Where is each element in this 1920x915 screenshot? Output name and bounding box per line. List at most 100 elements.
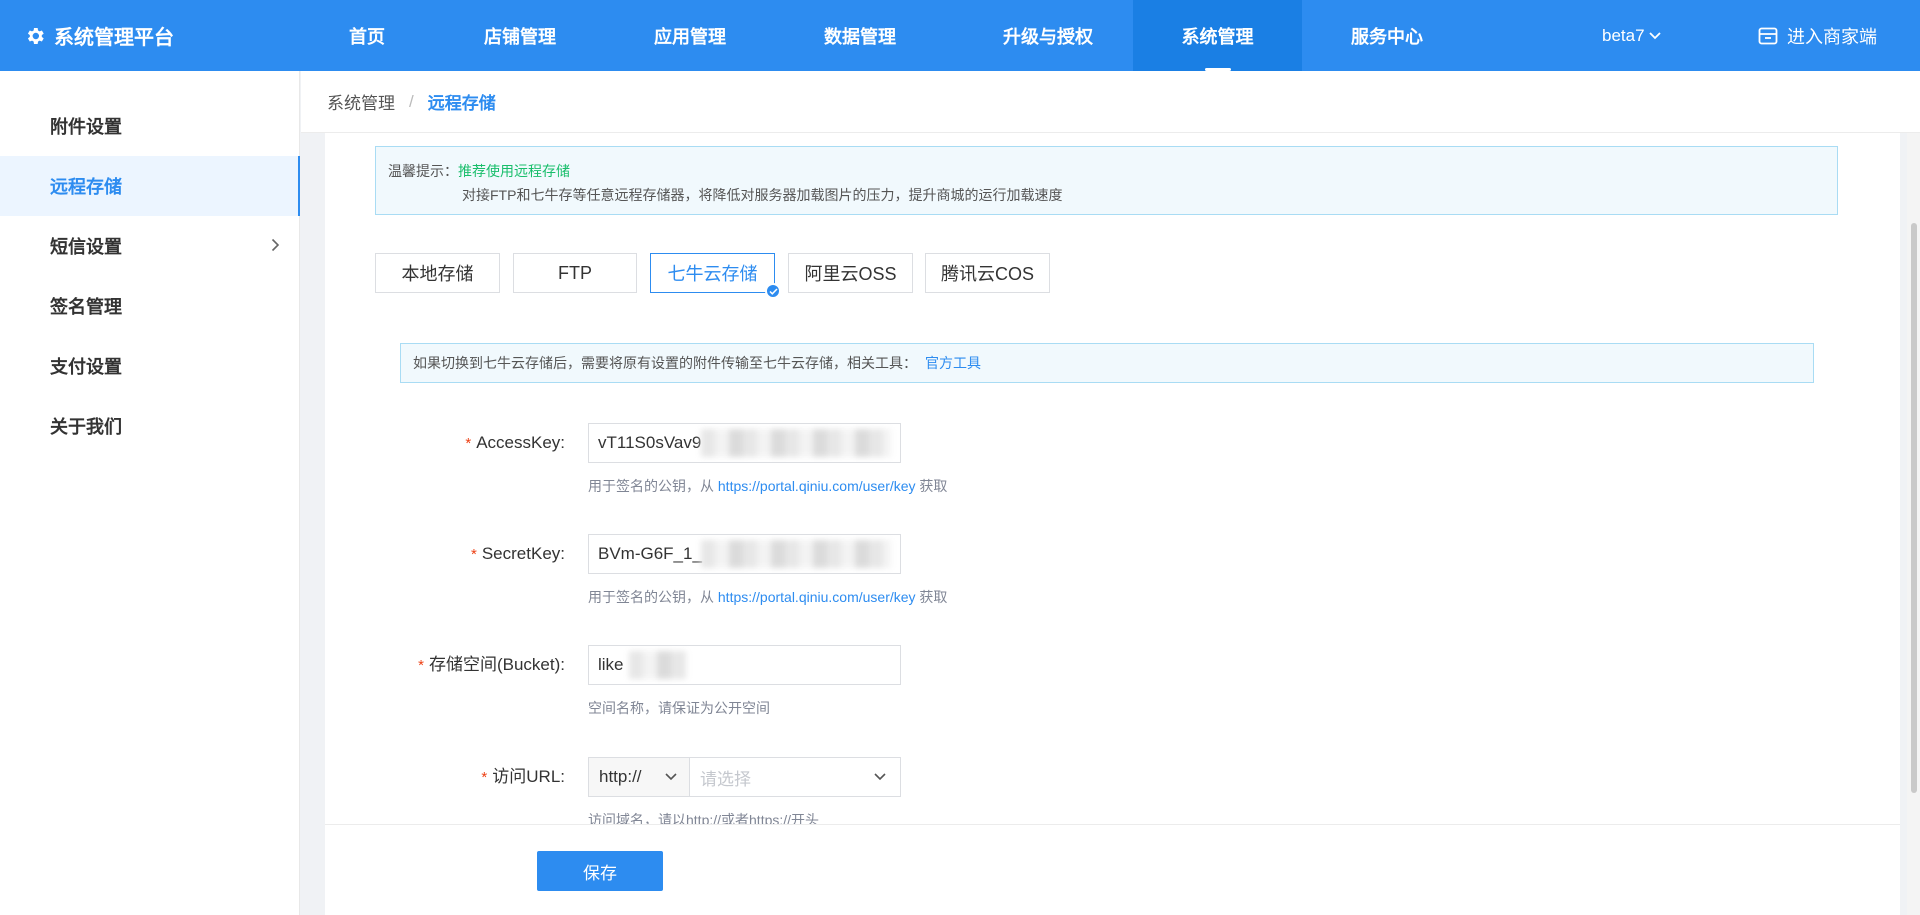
chevron-down-icon: [665, 773, 677, 781]
nav-store-label: 店铺管理: [484, 26, 556, 47]
access-key-value: vT11S0sVav9: [598, 433, 702, 452]
nav-store-management[interactable]: 店铺管理: [460, 0, 580, 71]
nav-upgrade-label: 升级与授权: [1003, 26, 1093, 47]
sidebar-item-signature-management[interactable]: 签名管理: [0, 276, 300, 336]
redacted-mask: [629, 651, 687, 679]
required-mark: *: [481, 769, 488, 786]
brand-title: 系统管理平台: [54, 27, 174, 49]
bucket-input[interactable]: like: [588, 645, 901, 685]
bucket-hint: 空间名称，请保证为公开空间: [588, 700, 770, 716]
sidebar-item-label: 关于我们: [50, 417, 122, 437]
bucket-label-text: 存储空间(Bucket):: [428, 655, 565, 674]
breadcrumb: 系统管理 / 远程存储: [301, 71, 1920, 133]
merchant-link-label: 进入商家端: [1787, 26, 1877, 47]
breadcrumb-parent[interactable]: 系统管理: [327, 89, 395, 114]
access-url-label: * 访问URL:: [325, 757, 565, 797]
required-mark: *: [465, 435, 472, 452]
nav-app-management[interactable]: 应用管理: [630, 0, 750, 71]
chevron-down-icon: [1648, 31, 1661, 39]
notice-box: 如果切换到七牛云存储后，需要将原有设置的附件传输至七牛云存储，相关工具： 官方工…: [400, 343, 1814, 383]
user-menu[interactable]: beta7: [1602, 0, 1661, 71]
redacted-mask: [701, 429, 891, 457]
main-content: 温馨提示：推荐使用远程存储 对接FTP和七牛存等任意远程存储器，将降低对服务器加…: [325, 133, 1900, 824]
nav-home[interactable]: 首页: [307, 0, 427, 71]
tab-qiniu-storage[interactable]: 七牛云存储: [650, 253, 781, 299]
nav-data-label: 数据管理: [824, 26, 896, 47]
tip-description: 对接FTP和七牛存等任意远程存储器，将降低对服务器加载图片的压力，提升商城的运行…: [462, 187, 1063, 203]
protocol-value: http://: [599, 767, 642, 786]
secret-key-value: BVm-G6F_1_: [598, 544, 702, 563]
notice-text: 如果切换到七牛云存储后，需要将原有设置的附件传输至七牛云存储，相关工具：: [413, 355, 917, 371]
required-mark: *: [418, 657, 424, 674]
tip-line-1: 温馨提示：推荐使用远程存储: [388, 161, 570, 181]
nav-data-management[interactable]: 数据管理: [800, 0, 920, 71]
hint-suffix: 获取: [915, 478, 948, 494]
access-key-label: * AccessKey:: [325, 423, 565, 463]
access-key-input[interactable]: vT11S0sVav9: [588, 423, 901, 463]
protocol-select[interactable]: http://: [588, 757, 690, 797]
chevron-right-icon: [271, 238, 280, 252]
tab-tencent-cos[interactable]: 腾讯云COS: [925, 253, 1050, 293]
store-icon: [1758, 27, 1778, 44]
sidebar-item-attachment-settings[interactable]: 附件设置: [0, 96, 300, 156]
qiniu-key-link[interactable]: https://portal.qiniu.com/user/key: [718, 478, 916, 494]
sidebar-item-sms-settings[interactable]: 短信设置: [0, 216, 300, 276]
nav-home-label: 首页: [349, 26, 385, 47]
breadcrumb-separator: /: [409, 91, 414, 111]
sidebar: 附件设置 远程存储 短信设置 签名管理 支付设置 关于我们: [0, 71, 300, 915]
hint-prefix: 用于签名的公钥，从: [588, 589, 718, 605]
hint-prefix: 用于签名的公钥，从: [588, 478, 718, 494]
sidebar-item-label: 附件设置: [50, 117, 122, 137]
tab-label: 阿里云OSS: [804, 264, 897, 284]
sidebar-item-payment-settings[interactable]: 支付设置: [0, 336, 300, 396]
tip-highlight: 推荐使用远程存储: [458, 163, 570, 179]
domain-placeholder: 请选择: [700, 769, 751, 789]
hint-suffix: 获取: [915, 589, 948, 605]
scrollbar[interactable]: [1907, 133, 1920, 915]
form-footer: 保存: [325, 824, 1900, 915]
nav-service-label: 服务中心: [1351, 26, 1423, 47]
nav-system-management[interactable]: 系统管理: [1133, 0, 1302, 71]
nav-app-label: 应用管理: [654, 26, 726, 47]
sidebar-item-label: 支付设置: [50, 357, 122, 377]
username: beta7: [1602, 25, 1645, 45]
sidebar-item-label: 短信设置: [50, 237, 122, 257]
nav-system-label: 系统管理: [1181, 26, 1254, 47]
check-icon: [765, 283, 781, 299]
tip-prefix: 温馨提示：: [388, 163, 458, 179]
access-key-hint: 用于签名的公钥，从 https://portal.qiniu.com/user/…: [588, 476, 947, 496]
required-mark: *: [471, 546, 477, 563]
bucket-label: * 存储空间(Bucket):: [325, 645, 565, 685]
tab-ftp[interactable]: FTP: [513, 253, 637, 293]
secret-key-input[interactable]: BVm-G6F_1_: [588, 534, 901, 574]
brand[interactable]: 系统管理平台: [24, 0, 174, 71]
secret-key-label-text: SecretKey:: [481, 544, 565, 563]
sidebar-item-about-us[interactable]: 关于我们: [0, 396, 300, 456]
qiniu-key-link[interactable]: https://portal.qiniu.com/user/key: [718, 589, 916, 605]
tab-aliyun-oss[interactable]: 阿里云OSS: [788, 253, 913, 293]
breadcrumb-current: 远程存储: [427, 94, 496, 113]
tab-label: FTP: [558, 262, 592, 283]
scrollbar-thumb[interactable]: [1911, 223, 1917, 793]
domain-select[interactable]: 请选择: [690, 757, 901, 797]
secret-key-hint: 用于签名的公钥，从 https://portal.qiniu.com/user/…: [588, 587, 947, 607]
official-tool-link[interactable]: 官方工具: [925, 353, 981, 373]
secret-key-label: * SecretKey:: [325, 534, 565, 574]
top-navbar: 系统管理平台 首页 店铺管理 应用管理 数据管理 升级与授权 系统管理 服务中心…: [0, 0, 1920, 71]
access-url-hint: 访问域名，请以http://或者https://开头: [588, 812, 820, 824]
access-url-label-text: 访问URL:: [492, 767, 565, 786]
gear-icon: [27, 27, 44, 44]
tab-local-storage[interactable]: 本地存储: [375, 253, 500, 293]
chevron-down-icon: [874, 773, 886, 781]
bucket-value: like: [598, 655, 624, 674]
enter-merchant-link[interactable]: 进入商家端: [1758, 0, 1877, 71]
nav-service-center[interactable]: 服务中心: [1327, 0, 1447, 71]
redacted-mask: [701, 540, 891, 568]
access-key-label-text: AccessKey:: [476, 433, 565, 452]
sidebar-item-label: 签名管理: [50, 297, 122, 317]
sidebar-item-remote-storage[interactable]: 远程存储: [0, 156, 300, 216]
save-button[interactable]: 保存: [537, 851, 663, 891]
tip-box: 温馨提示：推荐使用远程存储 对接FTP和七牛存等任意远程存储器，将降低对服务器加…: [375, 146, 1838, 215]
nav-upgrade-license[interactable]: 升级与授权: [978, 0, 1118, 71]
tab-label: 本地存储: [401, 264, 474, 284]
